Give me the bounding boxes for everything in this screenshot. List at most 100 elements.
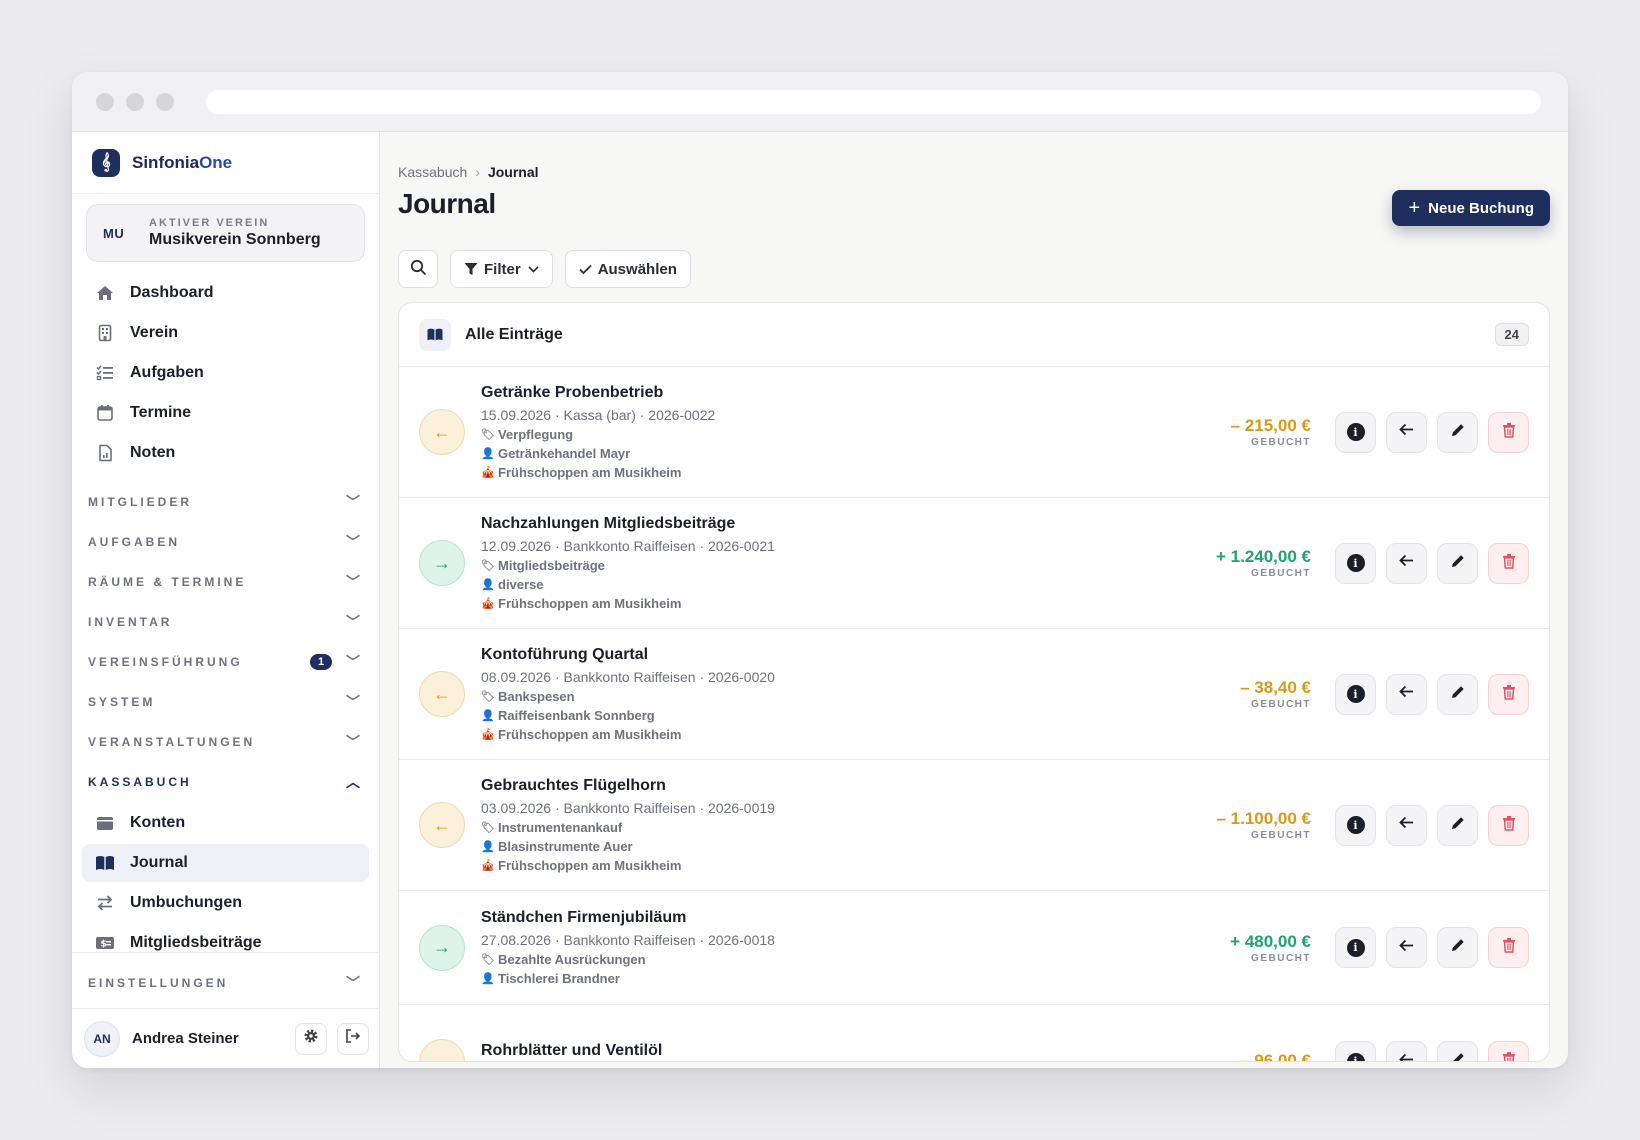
reverse-button[interactable] [1386, 673, 1427, 715]
reverse-button[interactable] [1386, 804, 1427, 846]
chevron-down-icon: ﹀ [346, 654, 363, 670]
edit-button[interactable] [1437, 804, 1478, 846]
event-icon: 🎪 [481, 467, 495, 479]
settings-button[interactable] [295, 1022, 327, 1055]
sidebar-item-aufgaben[interactable]: Aufgaben [82, 354, 369, 392]
main-content: Kassabuch › Journal Journal + Neue Buchu… [380, 132, 1568, 1068]
reverse-button[interactable] [1386, 1041, 1427, 1061]
edit-button[interactable] [1437, 1041, 1478, 1061]
section-vereinsfuehrung[interactable]: VEREINSFÜHRUNG 1 ﹀ [72, 642, 379, 682]
active-club-switcher[interactable]: MU AKTIVER VEREIN Musikverein Sonnberg [86, 204, 365, 262]
edit-button[interactable] [1437, 542, 1478, 584]
table-row[interactable]: ← Getränke Probenbetrieb 15.09.2026 · Ka… [399, 367, 1549, 498]
arrow-left-icon [1399, 1053, 1414, 1061]
section-label: VERANSTALTUNGEN [88, 735, 256, 749]
nav-top: Dashboard Verein Aufgaben Termine Noten [72, 274, 379, 472]
table-row[interactable]: ← Rohrblätter und Ventilöl 20.08.2026 · … [399, 1005, 1549, 1062]
avatar[interactable]: AN [84, 1020, 120, 1057]
section-inventar[interactable]: INVENTAR ﹀ [72, 602, 379, 642]
edit-button[interactable] [1437, 411, 1478, 453]
entry-info: Getränke Probenbetrieb 15.09.2026 · Kass… [481, 384, 1231, 480]
arrow-left-icon [1399, 423, 1414, 441]
table-row[interactable]: → Nachzahlungen Mitgliedsbeiträge 12.09.… [399, 498, 1549, 629]
section-label: VEREINSFÜHRUNG [88, 655, 243, 669]
breadcrumb-parent[interactable]: Kassabuch [398, 164, 467, 180]
section-raeume-termine[interactable]: RÄUME & TERMINE ﹀ [72, 562, 379, 602]
calendar-icon [94, 402, 116, 424]
section-einstellungen[interactable]: EINSTELLUNGEN ﹀ [72, 963, 379, 1003]
info-button[interactable]: i [1335, 927, 1376, 968]
table-row[interactable]: ← Gebrauchtes Flügelhorn 03.09.2026 · Ba… [399, 760, 1549, 891]
chevron-down-icon: ﹀ [346, 614, 363, 630]
new-booking-button[interactable]: + Neue Buchung [1392, 190, 1550, 226]
info-icon: i [1346, 554, 1365, 572]
status-badge: GEBUCHT [1251, 830, 1311, 841]
brand[interactable]: 𝄞 SinfoniaOne [72, 132, 379, 194]
sidebar-item-umbuchungen[interactable]: Umbuchungen [82, 884, 369, 922]
gear-icon [303, 1028, 319, 1049]
section-kassabuch[interactable]: KASSABUCH ︿ [72, 762, 379, 802]
reverse-button[interactable] [1386, 542, 1427, 584]
table-row[interactable]: ← Kontoführung Quartal 08.09.2026 · Bank… [399, 629, 1549, 760]
address-bar[interactable] [206, 89, 1541, 114]
entry-info: Nachzahlungen Mitgliedsbeiträge 12.09.20… [481, 515, 1216, 611]
pencil-icon [1450, 937, 1466, 958]
entry-category: 🏷 Instrumentenankauf [481, 820, 1216, 835]
filter-label: Filter [484, 260, 521, 278]
filter-button[interactable]: Filter [450, 250, 553, 288]
entry-info: Rohrblätter und Ventilöl 20.08.2026 · Ka… [481, 1042, 1240, 1061]
info-button[interactable]: i [1335, 411, 1376, 453]
user-name: Andrea Steiner [132, 1030, 239, 1047]
entry-category: 🏷 Mitgliedsbeiträge [481, 558, 1216, 573]
sidebar-item-dashboard[interactable]: Dashboard [82, 274, 369, 312]
info-button[interactable]: i [1335, 542, 1376, 584]
sidebar-item-journal[interactable]: Journal [82, 844, 369, 882]
breadcrumb: Kassabuch › Journal [398, 164, 1550, 180]
chevron-down-icon: ﹀ [346, 574, 363, 590]
app: 𝄞 SinfoniaOne MU AKTIVER VEREIN Musikver… [72, 132, 1568, 1068]
entry-partner-label: Getränkehandel Mayr [498, 446, 631, 461]
delete-button[interactable] [1488, 673, 1529, 715]
amount-value: – 96,00 € [1240, 1051, 1311, 1062]
section-veranstaltungen[interactable]: VERANSTALTUNGEN ﹀ [72, 722, 379, 762]
edit-button[interactable] [1437, 673, 1478, 715]
delete-button[interactable] [1488, 927, 1529, 968]
entry-info: Gebrauchtes Flügelhorn 03.09.2026 · Bank… [481, 777, 1216, 873]
search-button[interactable] [398, 250, 438, 288]
table-row[interactable]: → Ständchen Firmenjubiläum 27.08.2026 · … [399, 891, 1549, 1005]
reverse-button[interactable] [1386, 927, 1427, 968]
arrow-right-icon: → [419, 540, 465, 586]
edit-button[interactable] [1437, 927, 1478, 968]
sidebar-item-termine[interactable]: Termine [82, 394, 369, 432]
window-minimize-dot[interactable] [126, 92, 144, 111]
sidebar-item-noten[interactable]: Noten [82, 434, 369, 472]
sidebar-item-konten[interactable]: Konten [82, 804, 369, 842]
section-system[interactable]: SYSTEM ﹀ [72, 682, 379, 722]
delete-button[interactable] [1488, 1041, 1529, 1061]
select-button[interactable]: Auswählen [564, 250, 691, 288]
window-close-dot[interactable] [96, 92, 114, 111]
reverse-button[interactable] [1386, 411, 1427, 453]
entry-amount: – 38,40 € GEBUCHT [1240, 678, 1311, 710]
sidebar-item-label: Termine [130, 404, 192, 421]
entry-event-label: Frühschoppen am Musikheim [498, 858, 682, 873]
delete-button[interactable] [1488, 411, 1529, 453]
entry-title: Kontoführung Quartal [481, 646, 649, 663]
entry-title: Rohrblätter und Ventilöl [481, 1042, 663, 1059]
user-bar: AN Andrea Steiner [72, 1008, 379, 1068]
window-maximize-dot[interactable] [156, 92, 174, 111]
info-button[interactable]: i [1335, 673, 1376, 715]
logout-button[interactable] [337, 1022, 369, 1055]
entry-category-label: Verpflegung [498, 427, 574, 442]
info-button[interactable]: i [1335, 1041, 1376, 1061]
arrow-left-icon: ← [419, 409, 465, 455]
section-aufgaben[interactable]: AUFGABEN ﹀ [72, 522, 379, 562]
section-mitglieder[interactable]: MITGLIEDER ﹀ [72, 482, 379, 522]
entry-amount: – 1.100,00 € GEBUCHT [1216, 809, 1311, 841]
delete-button[interactable] [1488, 804, 1529, 846]
sidebar-item-verein[interactable]: Verein [82, 314, 369, 352]
info-button[interactable]: i [1335, 804, 1376, 846]
nav-sections: MITGLIEDER ﹀ AUFGABEN ﹀ RÄUME & TERMINE ﹀ I… [72, 482, 379, 802]
delete-button[interactable] [1488, 542, 1529, 584]
chevron-down-icon: ﹀ [346, 694, 363, 710]
